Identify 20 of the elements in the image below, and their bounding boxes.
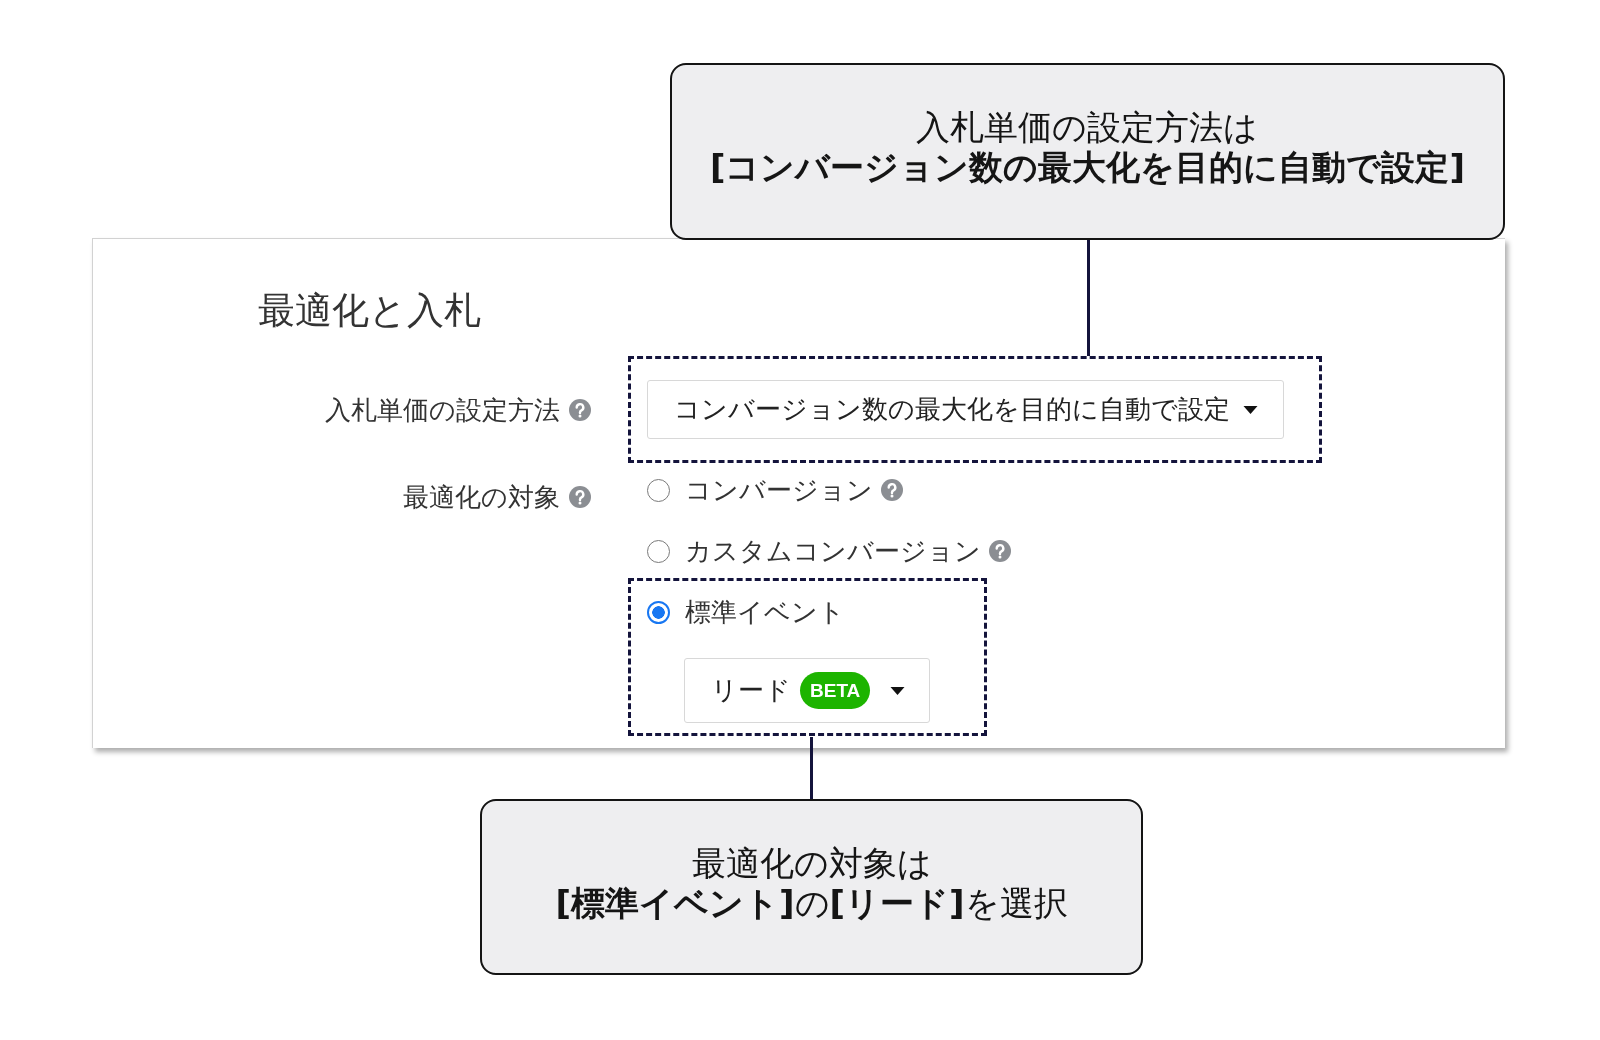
help-icon[interactable]	[881, 479, 903, 501]
radio-button[interactable]	[647, 539, 670, 563]
beta-badge: BETA	[800, 672, 871, 709]
callout-text: 最適化の対象は [標準イベント]の[リード]を選択	[555, 843, 1068, 923]
section-title: 最適化と入札	[258, 289, 481, 333]
help-icon[interactable]	[989, 540, 1011, 562]
radio-button[interactable]	[647, 478, 670, 502]
callout-text: 入札単価の設定方法は [コンバージョン数の最大化を目的に自動で設定]	[709, 106, 1466, 187]
field-label: 入札単価の設定方法	[325, 393, 560, 427]
option-label[interactable]: コンバージョン	[685, 473, 873, 507]
help-icon[interactable]	[569, 486, 591, 508]
help-icon[interactable]	[569, 398, 591, 421]
radio-button[interactable]	[647, 600, 670, 624]
dropdown[interactable]: コンバージョン数の最大化を目的に自動で設定	[647, 380, 1284, 439]
caret-icon	[890, 686, 906, 695]
option-label[interactable]: カスタムコンバージョン	[685, 534, 981, 568]
caret-icon	[1243, 405, 1258, 414]
option-label[interactable]: 標準イベント	[685, 595, 845, 629]
dropdown[interactable]: リード BETA	[684, 658, 931, 723]
field-label: 最適化の対象	[403, 481, 560, 514]
